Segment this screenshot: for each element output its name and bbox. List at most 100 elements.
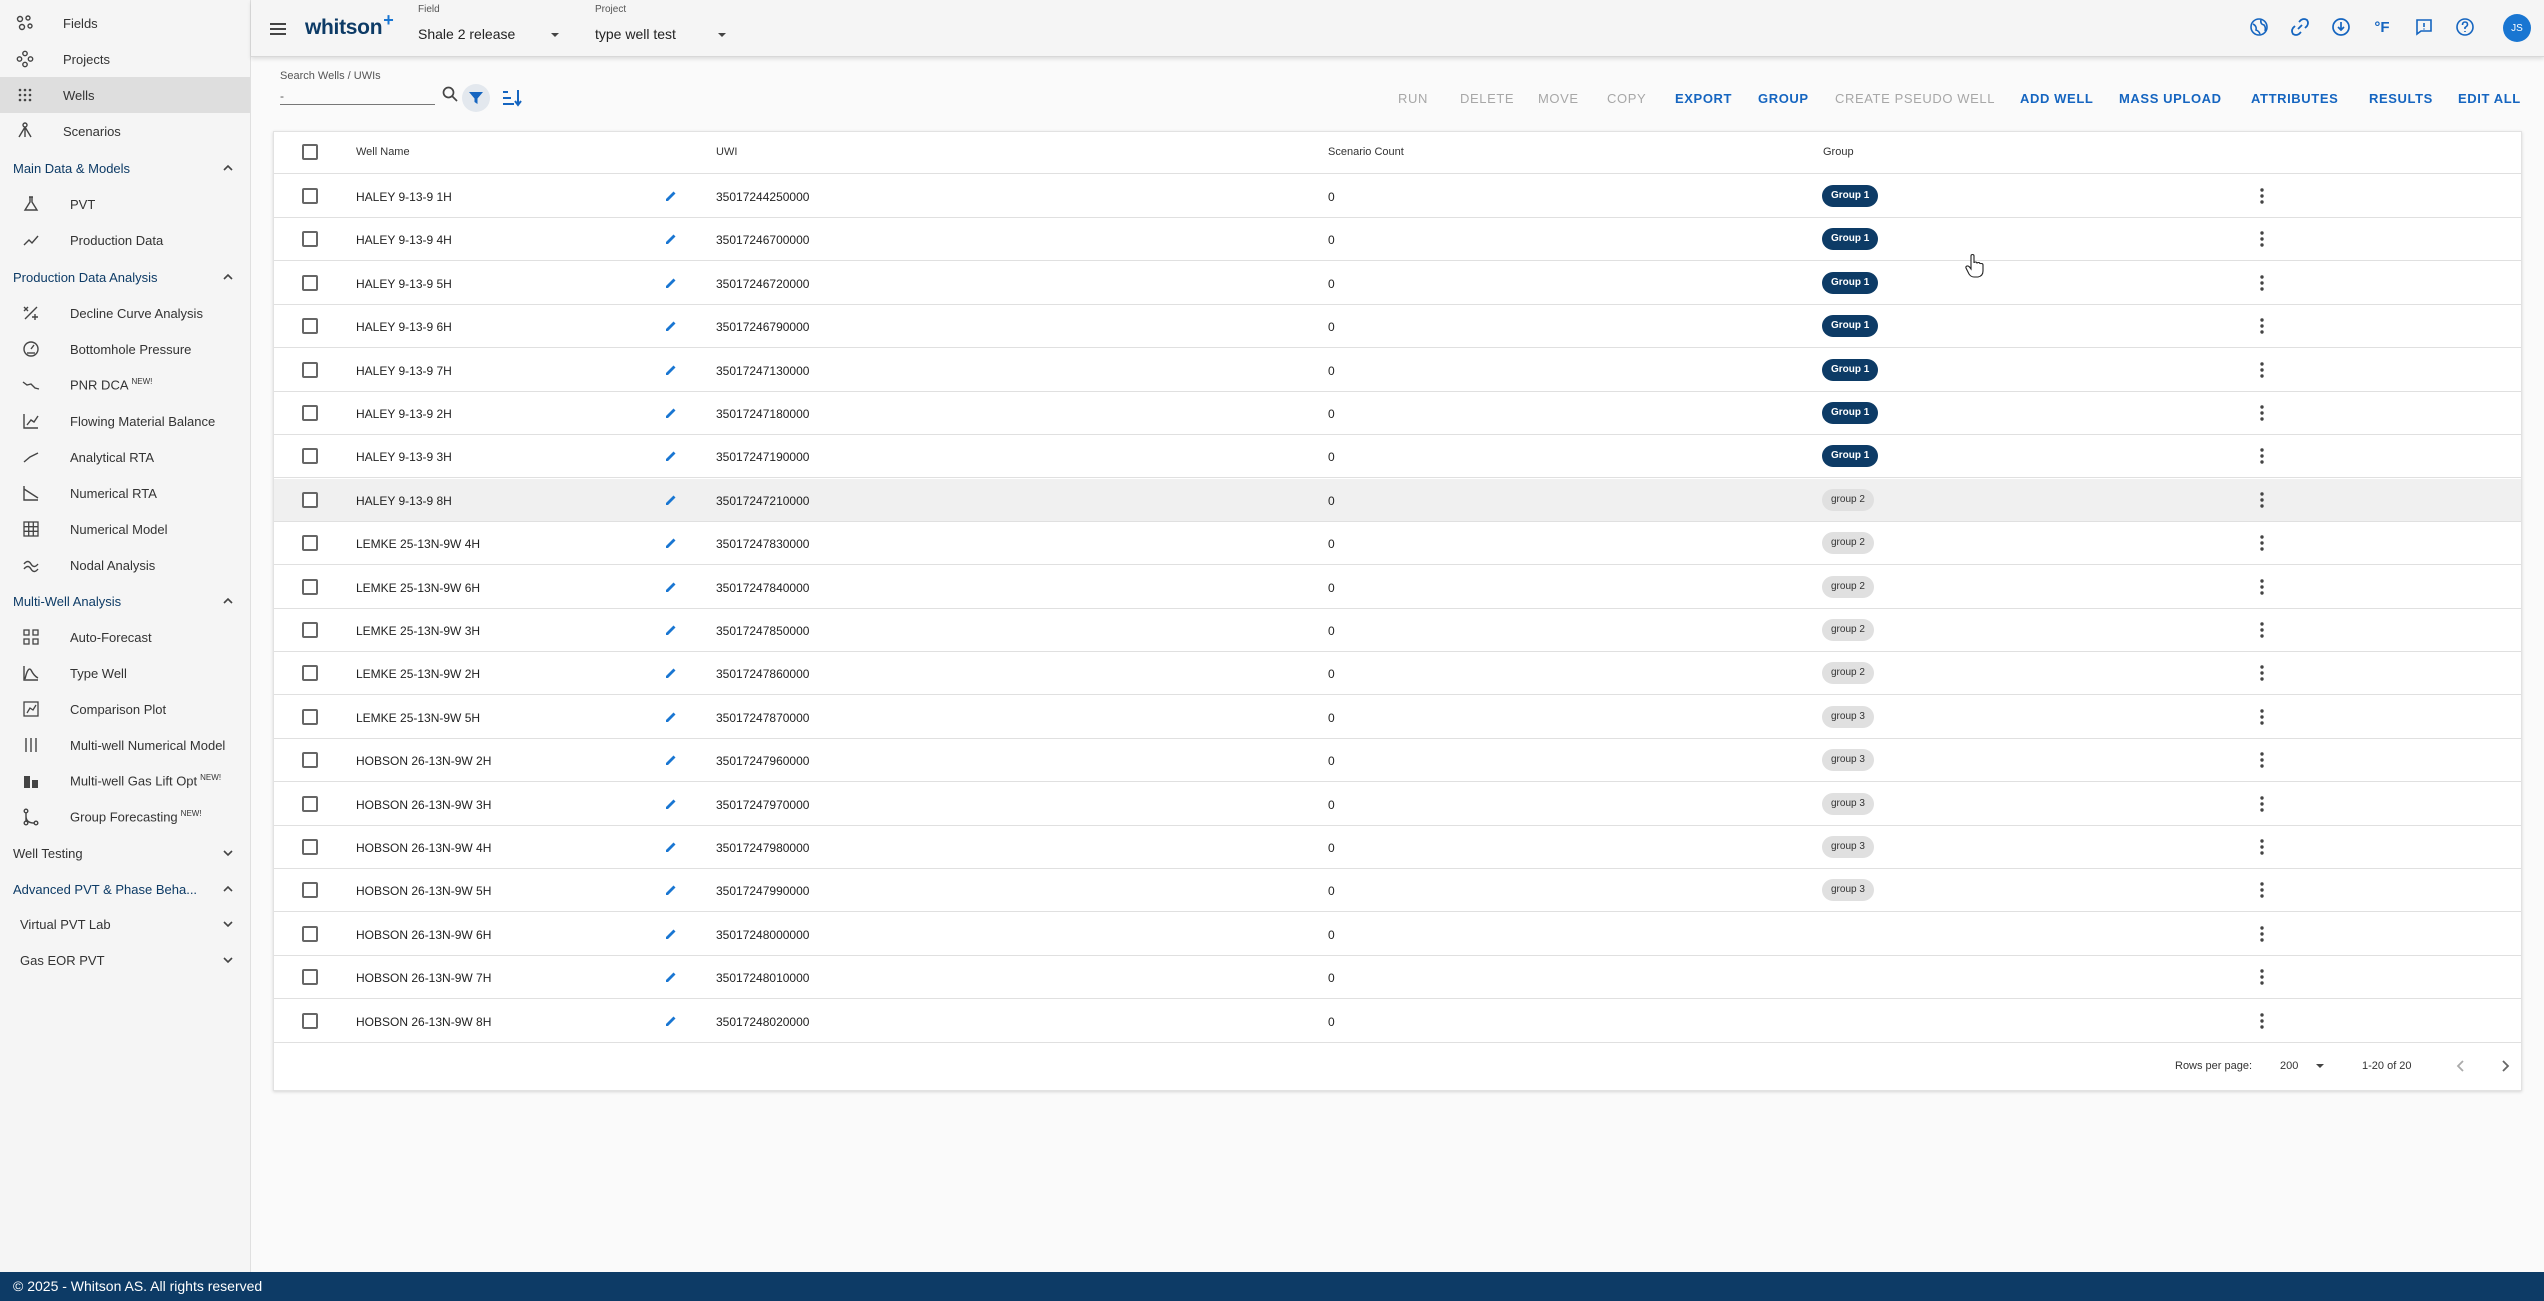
table-row[interactable]: HOBSON 26-13N-9W 2H 35017247960000 0 group … xyxy=(274,739,2521,783)
search-icon[interactable] xyxy=(441,85,459,103)
row-checkbox[interactable] xyxy=(302,622,318,638)
table-row[interactable]: HALEY 9-13-9 5H 35017246720000 0 Group 1 xyxy=(274,262,2521,305)
pencil-icon[interactable] xyxy=(664,797,678,811)
row-checkbox[interactable] xyxy=(302,318,318,335)
pencil-icon[interactable] xyxy=(664,276,678,290)
table-row[interactable]: LEMKE 25-13N-9W 3H 35017247850000 0 group 2 xyxy=(274,609,2521,652)
more-vert-icon[interactable] xyxy=(2252,837,2272,857)
table-row[interactable]: HOBSON 26-13N-9W 7H 35017248010000 0 xyxy=(274,956,2521,1000)
row-checkbox[interactable] xyxy=(302,882,318,899)
run-button[interactable]: RUN xyxy=(1398,91,1428,106)
chevron-left-icon[interactable] xyxy=(2452,1057,2470,1075)
pencil-icon[interactable] xyxy=(664,710,678,724)
more-vert-icon[interactable] xyxy=(2252,403,2272,423)
export-button[interactable]: EXPORT xyxy=(1675,91,1732,106)
header-scenario-count[interactable]: Scenario Count xyxy=(1328,146,1404,158)
pencil-icon[interactable] xyxy=(664,970,678,984)
pencil-icon[interactable] xyxy=(664,666,678,680)
section-advanced-pvt[interactable]: Advanced PVT & Phase Beha... xyxy=(0,871,250,907)
move-button[interactable]: MOVE xyxy=(1538,91,1579,106)
feedback-icon[interactable] xyxy=(2412,15,2436,39)
more-vert-icon[interactable] xyxy=(2252,663,2272,683)
row-checkbox[interactable] xyxy=(302,665,318,682)
table-row[interactable]: HALEY 9-13-9 8H 35017247210000 0 group 2 xyxy=(274,478,2521,522)
sidebar-item-numerical-rta[interactable]: Numerical RTA xyxy=(0,475,250,511)
table-row[interactable]: HALEY 9-13-9 6H 35017246790000 0 Group 1 xyxy=(274,305,2521,349)
row-checkbox[interactable] xyxy=(302,491,318,508)
pencil-icon[interactable] xyxy=(664,232,678,246)
sidebar-item-multi-well-gas-lift-opt[interactable]: Multi-well Gas Lift Opt NEW! xyxy=(0,763,250,799)
more-vert-icon[interactable] xyxy=(2252,360,2272,380)
table-row[interactable]: HOBSON 26-13N-9W 3H 35017247970000 0 group … xyxy=(274,783,2521,826)
results-button[interactable]: RESULTS xyxy=(2369,91,2433,106)
more-vert-icon[interactable] xyxy=(2252,533,2272,553)
project-select[interactable]: Project type well test xyxy=(595,4,745,44)
row-checkbox[interactable] xyxy=(302,969,318,986)
sort-icon[interactable] xyxy=(500,86,524,110)
pencil-icon[interactable] xyxy=(664,449,678,463)
help-icon[interactable] xyxy=(2453,15,2477,39)
chevron-right-icon[interactable] xyxy=(2496,1057,2514,1075)
more-vert-icon[interactable] xyxy=(2252,794,2272,814)
more-vert-icon[interactable] xyxy=(2252,273,2272,293)
avatar[interactable]: JS xyxy=(2503,14,2531,42)
more-vert-icon[interactable] xyxy=(2252,620,2272,640)
group-button[interactable]: GROUP xyxy=(1758,91,1809,106)
filter-button[interactable] xyxy=(462,84,490,112)
more-vert-icon[interactable] xyxy=(2252,750,2272,770)
pencil-icon[interactable] xyxy=(664,883,678,897)
more-vert-icon[interactable] xyxy=(2252,1011,2272,1031)
sidebar-item-comparison-plot[interactable]: Comparison Plot xyxy=(0,691,250,727)
sidebar-item-wells[interactable]: Wells xyxy=(0,77,250,113)
row-checkbox[interactable] xyxy=(302,795,318,812)
more-vert-icon[interactable] xyxy=(2252,880,2272,900)
row-checkbox[interactable] xyxy=(302,405,318,421)
more-vert-icon[interactable] xyxy=(2252,924,2272,944)
table-row[interactable]: HALEY 9-13-9 1H 35017244250000 0 Group 1 xyxy=(274,175,2521,218)
pencil-icon[interactable] xyxy=(664,623,678,637)
sidebar-item-fields[interactable]: Fields xyxy=(0,5,250,41)
caret-down-icon[interactable] xyxy=(2314,1060,2326,1072)
sidebar-item-bottomhole-pressure[interactable]: Bottomhole Pressure xyxy=(0,331,250,367)
link-icon[interactable] xyxy=(2288,15,2312,39)
create-pseudo-well-button[interactable]: CREATE PSEUDO WELL xyxy=(1835,91,1995,106)
section-multi-well-analysis[interactable]: Multi-Well Analysis xyxy=(0,583,250,619)
more-vert-icon[interactable] xyxy=(2252,577,2272,597)
more-vert-icon[interactable] xyxy=(2252,186,2272,206)
search-input[interactable] xyxy=(280,87,435,105)
row-checkbox[interactable] xyxy=(302,274,318,291)
section-well-testing[interactable]: Well Testing xyxy=(0,835,250,871)
sidebar-item-decline-curve-analysis[interactable]: Decline Curve Analysis xyxy=(0,295,250,331)
temperature-unit-button[interactable]: °F xyxy=(2370,15,2394,39)
row-checkbox[interactable] xyxy=(302,361,318,378)
row-checkbox[interactable] xyxy=(302,839,318,855)
row-checkbox[interactable] xyxy=(302,752,318,769)
section-production-data-analysis[interactable]: Production Data Analysis xyxy=(0,259,250,295)
menu-icon[interactable] xyxy=(266,17,290,41)
edit-all-button[interactable]: EDIT ALL xyxy=(2458,91,2521,106)
rows-per-page-select[interactable]: 200 xyxy=(2280,1060,2298,1072)
pencil-icon[interactable] xyxy=(664,406,678,420)
section-virtual-pvt-lab[interactable]: Virtual PVT Lab xyxy=(0,906,250,942)
pencil-icon[interactable] xyxy=(664,927,678,941)
attributes-button[interactable]: ATTRIBUTES xyxy=(2251,91,2338,106)
download-icon[interactable] xyxy=(2329,15,2353,39)
more-vert-icon[interactable] xyxy=(2252,707,2272,727)
delete-button[interactable]: DELETE xyxy=(1460,91,1514,106)
table-row[interactable]: LEMKE 25-13N-9W 6H 35017247840000 0 group 2 xyxy=(274,566,2521,609)
pencil-icon[interactable] xyxy=(664,580,678,594)
more-vert-icon[interactable] xyxy=(2252,316,2272,336)
pencil-icon[interactable] xyxy=(664,493,678,507)
header-group[interactable]: Group xyxy=(1823,146,1854,158)
table-row[interactable]: LEMKE 25-13N-9W 5H 35017247870000 0 group 3 xyxy=(274,696,2521,739)
select-all-checkbox[interactable] xyxy=(302,144,318,160)
sidebar-item-scenarios[interactable]: Scenarios xyxy=(0,113,250,149)
header-well-name[interactable]: Well Name xyxy=(356,146,410,158)
sidebar-item-group-forecasting[interactable]: Group Forecasting NEW! xyxy=(0,799,250,835)
table-row[interactable]: LEMKE 25-13N-9W 4H 35017247830000 0 group 2 xyxy=(274,522,2521,566)
globe-icon[interactable] xyxy=(2247,15,2271,39)
table-row[interactable]: LEMKE 25-13N-9W 2H 35017247860000 0 group 2 xyxy=(274,652,2521,696)
pencil-icon[interactable] xyxy=(664,363,678,377)
row-checkbox[interactable] xyxy=(302,1012,318,1029)
table-row[interactable]: HALEY 9-13-9 3H 35017247190000 0 Group 1 xyxy=(274,435,2521,479)
